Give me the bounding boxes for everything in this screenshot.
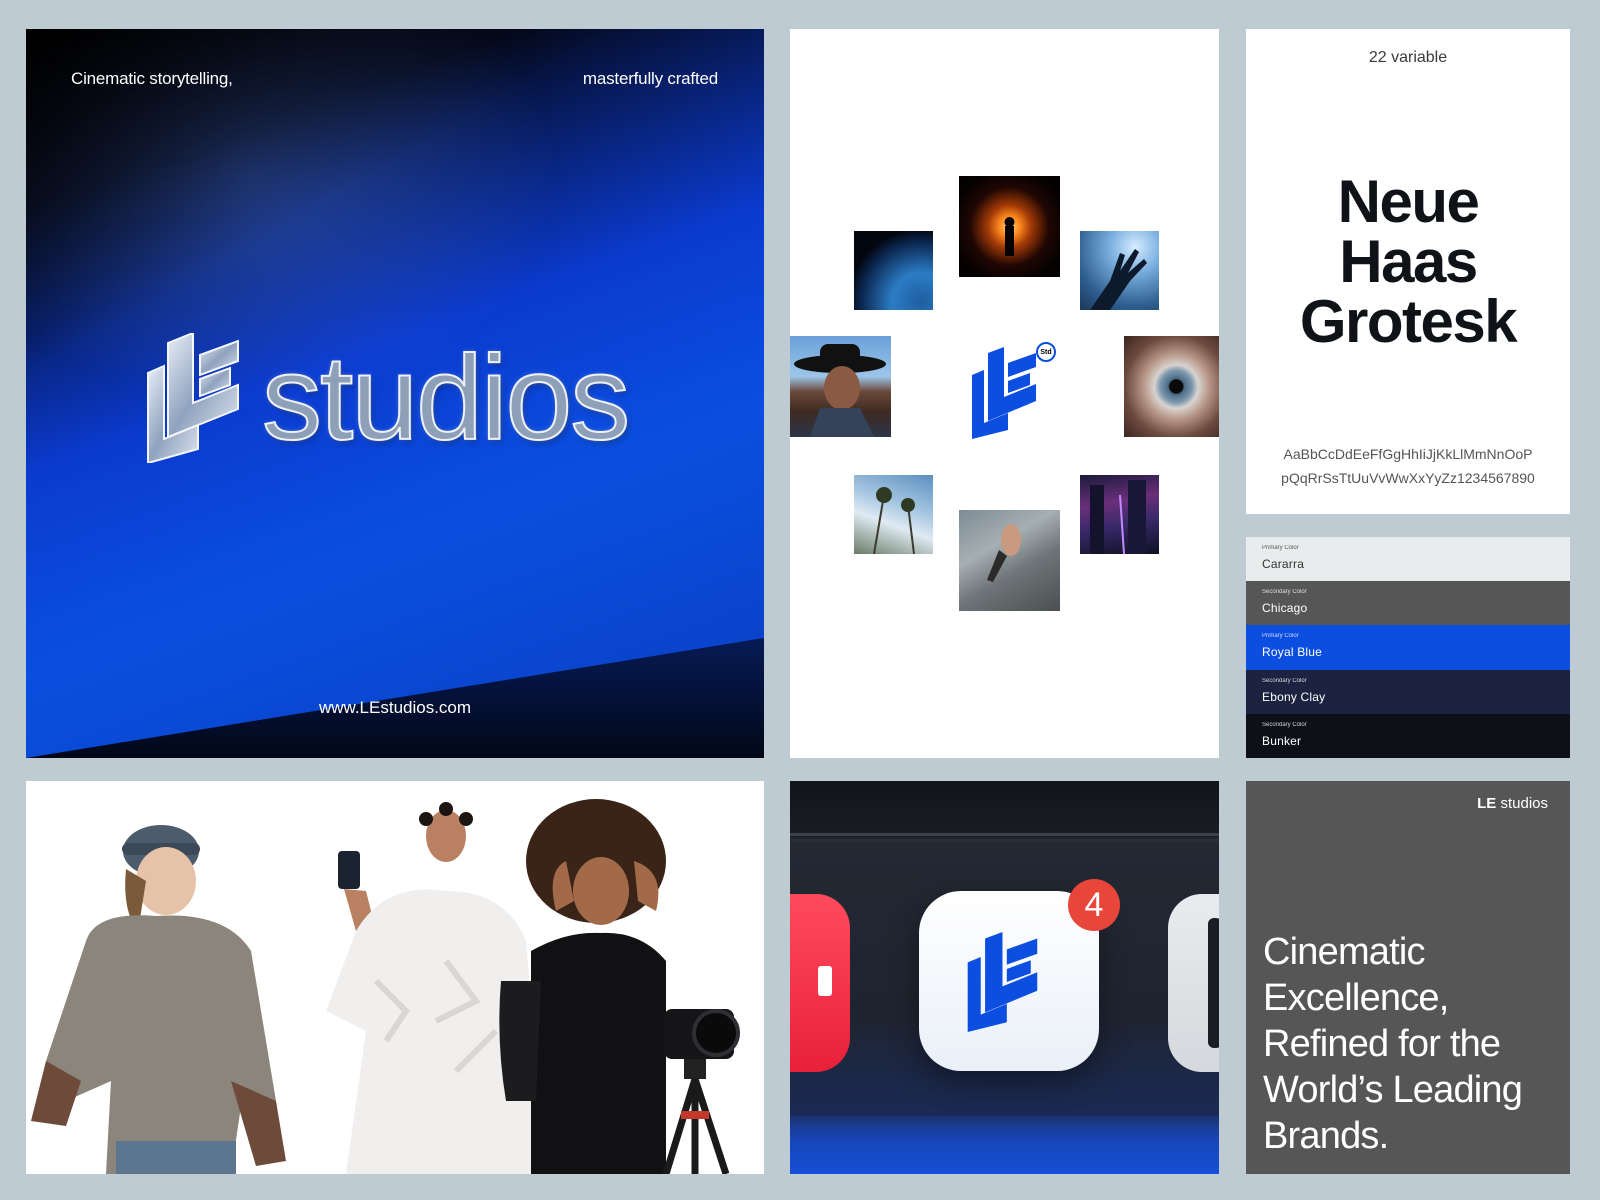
swatch-caption: Secondary Color: [1262, 721, 1307, 728]
dock-shelf: [790, 833, 1219, 836]
color-palette-tile: Primary Color Cararra Secondary Color Chica…: [1246, 537, 1570, 758]
notification-badge: 4: [1068, 879, 1120, 931]
font-name-line: Grotesk: [1299, 288, 1518, 355]
swatch-name: Chicago: [1262, 601, 1308, 616]
specimen-line: AaBbCcDdEeFfGgHhIiJjKkLlMmNnOoP: [1283, 446, 1533, 462]
hero-tagline-left: Cinematic storytelling,: [71, 69, 233, 88]
font-variable-label: 22 variable: [1368, 49, 1448, 66]
fire-photo: [959, 176, 1060, 277]
std-badge: Std: [1036, 342, 1056, 362]
hero-tagline-right: masterfully crafted: [582, 69, 718, 88]
app-glyph: [818, 966, 832, 996]
tagline-headline: Cinematic Excellence, Refined for the Wo…: [1263, 931, 1523, 1157]
eye-photo: [1124, 336, 1219, 437]
swatch-name: Bunker: [1262, 733, 1302, 748]
swatch-name: Ebony Clay: [1262, 689, 1326, 704]
app-glyph: [1208, 918, 1219, 1048]
hero-url: www.LEstudios.com: [318, 698, 472, 717]
climber-photo: [959, 510, 1060, 611]
color-swatch: Secondary Color Ebony Clay: [1246, 669, 1570, 715]
color-swatch: Secondary Color Chicago: [1246, 581, 1570, 627]
swatch-caption: Primary Color: [1262, 545, 1299, 551]
le-logo-icon: [147, 333, 239, 463]
font-name-line: Haas: [1339, 228, 1478, 295]
hero-logo: studios: [138, 329, 631, 467]
tagline-tile: LE studios Cinematic Excellence, Refined…: [1246, 781, 1570, 1174]
swatch-caption: Secondary Color: [1262, 589, 1307, 596]
brand-rest: studios: [1496, 795, 1548, 812]
people-tile: [26, 781, 764, 1174]
person-cap-illustration: [31, 799, 740, 1174]
font-specimen: AaBbCcDdEeFfGgHhIiJjKkLlMmNnOoP pQqRrSsT…: [1246, 442, 1570, 490]
app-icon-right[interactable]: [1168, 894, 1219, 1072]
brand-mark: LE studios: [1477, 795, 1548, 812]
swatch-name: Cararra: [1262, 557, 1305, 571]
cowboy-photo: [790, 336, 891, 437]
city-photo: [1080, 475, 1159, 555]
dock-glow: [790, 1116, 1219, 1174]
le-logo-icon: [967, 932, 1038, 1032]
specimen-line: pQqRrSsTtUuVvWwXxYyZz1234567890: [1281, 470, 1535, 486]
app-icon-tile: 4: [790, 781, 1219, 1174]
color-swatch: Secondary Color Bunker: [1246, 713, 1570, 758]
hero-wordmark: studios: [261, 330, 631, 466]
hand-photo: [1080, 231, 1159, 310]
palms-photo: [854, 475, 933, 555]
swatch-name: Royal Blue: [1262, 645, 1323, 660]
font-name: Neue Haas Grotesk: [1246, 172, 1570, 352]
brand-bold: LE: [1477, 795, 1497, 812]
typography-tile: 22 variable Neue Haas Grotesk AaBbCcDdEe…: [1246, 29, 1570, 514]
app-icon-left[interactable]: [790, 894, 850, 1072]
swatch-caption: Primary Color: [1262, 633, 1299, 640]
color-swatch: Primary Color Royal Blue: [1246, 625, 1570, 671]
moodboard-tile: Std: [790, 29, 1219, 758]
swatch-caption: Secondary Color: [1262, 677, 1307, 684]
hero-tile: Cinematic storytelling, masterfully craf…: [26, 29, 764, 758]
earth-photo: [854, 231, 933, 310]
color-swatch: Primary Color Cararra: [1246, 537, 1570, 582]
font-name-line: Neue: [1337, 168, 1480, 235]
